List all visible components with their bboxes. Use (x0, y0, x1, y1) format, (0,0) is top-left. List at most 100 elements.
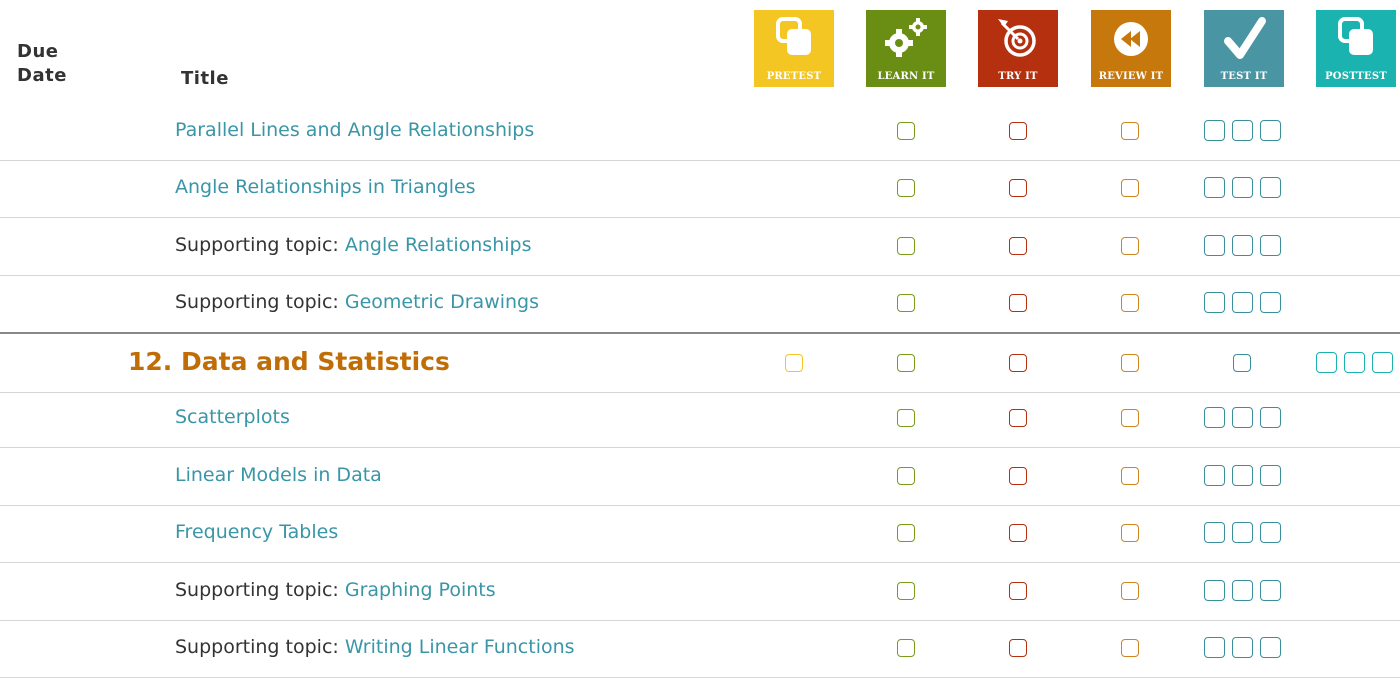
due-date-header-line2: Date (17, 64, 67, 88)
learn-it-column-header[interactable]: LEARN IT (866, 10, 946, 87)
try-it-checkbox[interactable] (1009, 524, 1027, 542)
table-row: Supporting topic: Graphing Points (0, 562, 1400, 621)
topic-link[interactable]: Scatterplots (175, 406, 290, 428)
review-it-checkbox[interactable] (1121, 524, 1139, 542)
posttest-column-header[interactable]: POSTTEST (1316, 10, 1396, 87)
review-it-checkbox[interactable] (1121, 294, 1139, 312)
review-it-checkbox[interactable] (1121, 354, 1139, 372)
test-it-checkbox-2[interactable] (1232, 465, 1253, 486)
topic-link[interactable]: Angle Relationships (345, 234, 532, 256)
try-it-checkbox[interactable] (1009, 294, 1027, 312)
topic-link[interactable]: Angle Relationships in Triangles (175, 176, 476, 198)
review-it-checkbox[interactable] (1121, 179, 1139, 197)
learn-it-label: LEARN IT (877, 71, 934, 87)
table-row: Supporting topic: Writing Linear Functio… (0, 620, 1400, 678)
test-it-checkbox-2[interactable] (1232, 292, 1253, 313)
test-it-checkbox-2[interactable] (1232, 637, 1253, 658)
topic-link[interactable]: Frequency Tables (175, 521, 338, 543)
test-it-checkbox-2[interactable] (1232, 522, 1253, 543)
review-it-checkbox[interactable] (1121, 237, 1139, 255)
test-it-checkbox-2[interactable] (1232, 120, 1253, 141)
review-it-checkbox[interactable] (1121, 122, 1139, 140)
topic-title: Supporting topic: Geometric Drawings (175, 291, 539, 313)
learn-it-checkbox[interactable] (897, 237, 915, 255)
test-it-checkbox-1[interactable] (1204, 120, 1225, 141)
test-it-checkbox-3[interactable] (1260, 522, 1281, 543)
rewind-icon (1091, 11, 1171, 71)
review-it-checkbox[interactable] (1121, 582, 1139, 600)
review-it-column-header[interactable]: REVIEW IT (1091, 10, 1171, 87)
learn-it-checkbox[interactable] (897, 294, 915, 312)
review-it-checkbox[interactable] (1121, 467, 1139, 485)
topic-link[interactable]: Linear Models in Data (175, 464, 382, 486)
try-it-label: TRY IT (998, 71, 1037, 87)
test-it-checkbox-1[interactable] (1204, 522, 1225, 543)
try-it-checkbox[interactable] (1009, 639, 1027, 657)
learn-it-checkbox[interactable] (897, 582, 915, 600)
posttest-icon (1316, 11, 1396, 71)
try-it-checkbox[interactable] (1009, 122, 1027, 140)
learn-it-checkbox[interactable] (897, 467, 915, 485)
review-it-checkbox[interactable] (1121, 639, 1139, 657)
test-it-checkbox-3[interactable] (1260, 292, 1281, 313)
pretest-checkbox[interactable] (785, 354, 803, 372)
table-row: Linear Models in Data (0, 447, 1400, 506)
review-it-checkbox[interactable] (1121, 409, 1139, 427)
test-it-checkbox-1[interactable] (1204, 292, 1225, 313)
topic-title: Supporting topic: Graphing Points (175, 579, 496, 601)
pretest-column-header[interactable]: PRETEST (754, 10, 834, 87)
try-it-checkbox[interactable] (1009, 354, 1027, 372)
posttest-checkbox-2[interactable] (1344, 352, 1365, 373)
test-it-checkbox-3[interactable] (1260, 465, 1281, 486)
supporting-topic-prefix: Supporting topic: (175, 291, 345, 313)
topic-link[interactable]: Parallel Lines and Angle Relationships (175, 119, 534, 141)
learn-it-checkbox[interactable] (897, 524, 915, 542)
supporting-topic-prefix: Supporting topic: (175, 579, 345, 601)
learn-it-checkbox[interactable] (897, 639, 915, 657)
test-it-checkbox-2[interactable] (1232, 235, 1253, 256)
topic-link[interactable]: Graphing Points (345, 579, 496, 601)
test-it-checkbox-3[interactable] (1260, 177, 1281, 198)
topic-link[interactable]: Geometric Drawings (345, 291, 539, 313)
posttest-checkbox-1[interactable] (1316, 352, 1337, 373)
review-it-label: REVIEW IT (1099, 71, 1164, 87)
learn-it-checkbox[interactable] (897, 122, 915, 140)
test-it-checkbox-2[interactable] (1232, 177, 1253, 198)
test-it-checkbox-1[interactable] (1204, 465, 1225, 486)
try-it-checkbox[interactable] (1009, 237, 1027, 255)
section-row: 12. Data and Statistics (0, 332, 1400, 393)
learn-it-checkbox[interactable] (897, 354, 915, 372)
test-it-checkbox-1[interactable] (1204, 637, 1225, 658)
target-icon (978, 11, 1058, 71)
test-it-checkbox-3[interactable] (1260, 235, 1281, 256)
test-it-checkbox-2[interactable] (1232, 407, 1253, 428)
test-it-checkbox-1[interactable] (1204, 580, 1225, 601)
test-it-checkbox-3[interactable] (1260, 120, 1281, 141)
table-row: Frequency Tables (0, 505, 1400, 564)
learn-it-checkbox[interactable] (897, 179, 915, 197)
try-it-checkbox[interactable] (1009, 582, 1027, 600)
test-it-checkbox-2[interactable] (1232, 580, 1253, 601)
try-it-checkbox[interactable] (1009, 179, 1027, 197)
learn-it-checkbox[interactable] (897, 409, 915, 427)
test-it-checkbox-3[interactable] (1260, 637, 1281, 658)
topic-link[interactable]: Writing Linear Functions (345, 636, 575, 658)
try-it-column-header[interactable]: TRY IT (978, 10, 1058, 87)
test-it-column-header[interactable]: TEST IT (1204, 10, 1284, 87)
table-row: Angle Relationships in Triangles (0, 160, 1400, 219)
pretest-icon (754, 11, 834, 71)
test-it-checkbox-3[interactable] (1260, 407, 1281, 428)
topic-title: Parallel Lines and Angle Relationships (175, 119, 534, 141)
test-it-checkbox-1[interactable] (1204, 407, 1225, 428)
topic-title: Supporting topic: Angle Relationships (175, 234, 532, 256)
posttest-checkbox-3[interactable] (1372, 352, 1393, 373)
test-it-checkbox-3[interactable] (1260, 580, 1281, 601)
topic-title: Supporting topic: Writing Linear Functio… (175, 636, 575, 658)
try-it-checkbox[interactable] (1009, 409, 1027, 427)
supporting-topic-prefix: Supporting topic: (175, 234, 345, 256)
checkmark-icon (1204, 11, 1284, 71)
test-it-checkbox[interactable] (1233, 354, 1251, 372)
try-it-checkbox[interactable] (1009, 467, 1027, 485)
test-it-checkbox-1[interactable] (1204, 235, 1225, 256)
test-it-checkbox-1[interactable] (1204, 177, 1225, 198)
